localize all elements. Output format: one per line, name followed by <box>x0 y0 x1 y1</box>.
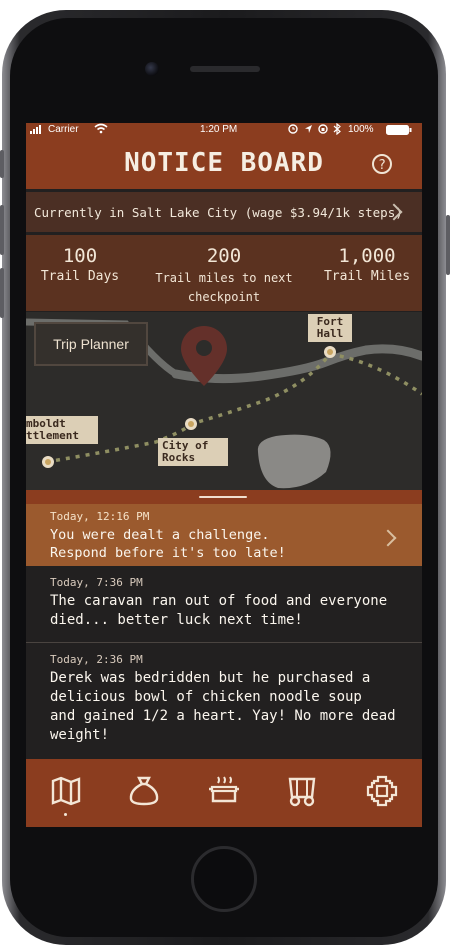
sack-icon <box>129 776 159 806</box>
miles-to-checkpoint-value: 200 <box>206 245 242 267</box>
power-button <box>446 215 450 275</box>
feed-item-message: Derek was bedridden but he purchased a d… <box>50 669 422 745</box>
cooking-pot-icon <box>209 776 239 803</box>
miles-to-checkpoint-label-line1: Trail miles to next <box>155 271 293 285</box>
stat-miles-to-checkpoint: 200 Trail miles to next checkpoint <box>144 245 304 307</box>
trail-miles-label: Trail Miles <box>323 269 411 284</box>
trail-days-value: 100 <box>62 245 98 267</box>
location-icon <box>304 124 313 137</box>
active-tab-indicator <box>64 813 67 816</box>
feed-line: You were dealt a challenge. <box>50 527 270 543</box>
feed-line: and gained 1/2 a heart. Yay! No more dea… <box>50 708 396 724</box>
stat-trail-miles: 1,000 Trail Miles <box>316 245 418 284</box>
trip-planner-button[interactable]: Trip Planner <box>34 322 148 366</box>
clock-time: 1:20 PM <box>200 124 238 135</box>
stat-trail-days: 100 Trail Days <box>30 245 130 284</box>
tab-supplies[interactable] <box>124 771 164 811</box>
feed-item-time: Today, 7:36 PM <box>50 576 143 589</box>
trail-days-label: Trail Days <box>40 269 120 284</box>
mute-switch <box>0 150 4 178</box>
feed-line: The caravan ran out of food and everyone <box>50 593 388 609</box>
wagon-icon <box>288 777 316 807</box>
drag-handle[interactable] <box>199 496 247 498</box>
feed-item-message: The caravan ran out of food and everyone… <box>50 592 422 630</box>
front-camera <box>145 62 159 76</box>
tab-food[interactable] <box>204 771 244 811</box>
signal-icon <box>30 125 44 137</box>
feed-divider <box>26 642 422 643</box>
earpiece-speaker <box>190 66 260 72</box>
app-header: NOTICE BOARD ? <box>26 137 422 189</box>
fort-hall-line2: Hall <box>316 327 344 340</box>
feed-item-time: Today, 2:36 PM <box>50 653 143 666</box>
tab-settings[interactable] <box>362 771 402 811</box>
map-label-humboldt-settlement[interactable]: mboldt ttlement <box>26 416 98 444</box>
current-location-text: Currently in Salt Lake City (wage $3.94/… <box>34 205 403 220</box>
map-label-fort-hall[interactable]: Fort Hall <box>308 314 352 342</box>
feed-line: Derek was bedridden but he purchased a <box>50 670 371 686</box>
current-location-row[interactable]: Currently in Salt Lake City (wage $3.94/… <box>26 192 422 232</box>
map-icon <box>51 776 81 806</box>
feed-item-challenge[interactable]: Today, 12:16 PM You were dealt a challen… <box>26 504 422 566</box>
tab-wagon[interactable] <box>282 771 322 811</box>
bottom-tab-bar <box>26 759 422 827</box>
stats-panel: 100 Trail Days 200 Trail miles to next c… <box>26 235 422 311</box>
map-label-city-of-rocks[interactable]: City of Rocks <box>158 438 228 466</box>
miles-to-checkpoint-label-line2: checkpoint <box>187 290 261 304</box>
volume-up-button <box>0 205 4 255</box>
help-icon[interactable]: ? <box>372 154 392 174</box>
feed-item-time: Today, 12:16 PM <box>50 510 150 523</box>
feed-line: died... better luck next time! <box>50 612 303 628</box>
battery-percent: 100% <box>348 124 374 135</box>
humboldt-line2: ttlement <box>26 429 79 442</box>
city-of-rocks-line2: Rocks <box>162 451 196 464</box>
page-title: NOTICE BOARD <box>124 148 324 178</box>
wifi-icon <box>94 123 108 137</box>
alarm-icon <box>288 124 298 137</box>
volume-down-button <box>0 268 4 318</box>
status-bar: Carrier 1:20 PM 100% <box>26 123 422 137</box>
feed-line: delicious bowl of chicken noodle soup <box>50 689 362 705</box>
gear-icon <box>366 775 398 807</box>
current-location-pin-icon <box>181 326 227 386</box>
feed-drag-bar[interactable] <box>26 490 422 504</box>
lock-rotation-icon <box>318 124 328 137</box>
feed-item-message: You were dealt a challenge. Respond befo… <box>50 526 422 562</box>
bluetooth-icon <box>333 123 341 138</box>
feed-item: Today, 2:36 PM Derek was bedridden but h… <box>26 647 422 757</box>
tab-map[interactable] <box>46 771 86 816</box>
feed-line: Respond before it's too late! <box>50 545 286 561</box>
feed-line: weight! <box>50 727 110 743</box>
trail-miles-value: 1,000 <box>338 245 396 267</box>
app-screen: Carrier 1:20 PM 100% NOTICE BOARD ? Curr… <box>26 123 422 827</box>
trail-map[interactable]: Trip Planner Fort Hall mboldt ttlement C… <box>26 312 422 490</box>
feed-item: Today, 7:36 PM The caravan ran out of fo… <box>26 570 422 640</box>
carrier-label: Carrier <box>48 124 79 135</box>
home-button[interactable] <box>191 846 257 912</box>
